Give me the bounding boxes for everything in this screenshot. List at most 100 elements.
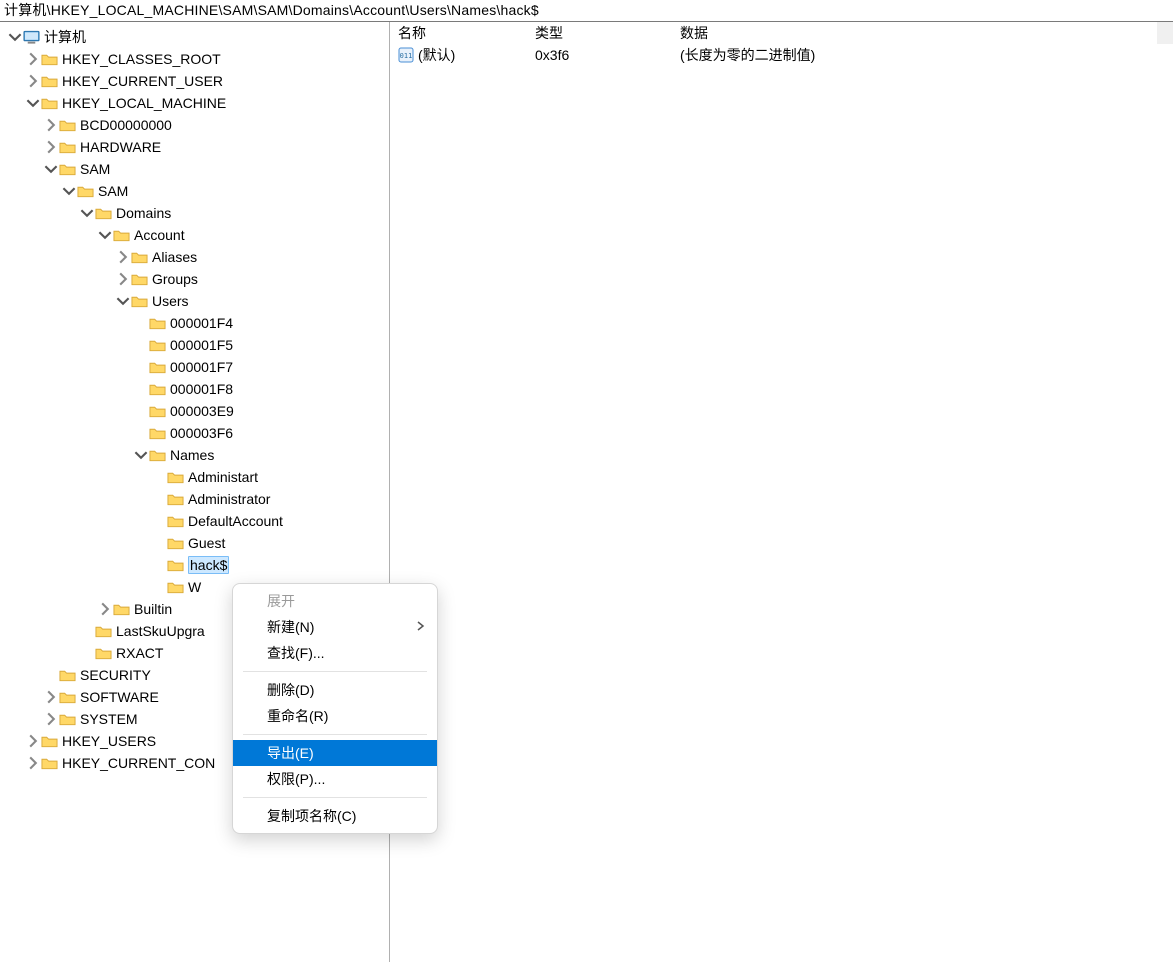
tree-item-administart[interactable]: Administart bbox=[8, 466, 389, 488]
tree-label: Guest bbox=[188, 535, 225, 551]
chevron-down-icon[interactable] bbox=[116, 290, 130, 312]
chevron-right-icon[interactable] bbox=[116, 268, 130, 290]
tree-item-names[interactable]: Names bbox=[8, 444, 389, 466]
tree-item-000001f4[interactable]: 000001F4 bbox=[8, 312, 389, 334]
chevron-right-icon[interactable] bbox=[44, 114, 58, 136]
chevron-down-icon[interactable] bbox=[26, 92, 40, 114]
folder-icon bbox=[148, 359, 166, 375]
column-header-type[interactable]: 类型 bbox=[535, 23, 680, 43]
folder-icon bbox=[58, 161, 76, 177]
tree-label: Builtin bbox=[134, 601, 172, 617]
chevron-down-icon[interactable] bbox=[80, 202, 94, 224]
scrollbar[interactable] bbox=[1157, 22, 1173, 44]
tree-item-account[interactable]: Account bbox=[8, 224, 389, 246]
tree-label: HKEY_CURRENT_USER bbox=[62, 73, 223, 89]
tree-label: Aliases bbox=[152, 249, 197, 265]
menu-item-new[interactable]: 新建(N) bbox=[233, 614, 437, 640]
chevron-down-icon[interactable] bbox=[8, 26, 22, 48]
menu-item-export[interactable]: 导出(E) bbox=[233, 740, 437, 766]
menu-separator bbox=[243, 671, 427, 672]
folder-icon bbox=[166, 557, 184, 573]
chevron-down-icon[interactable] bbox=[62, 180, 76, 202]
menu-item-expand: 展开 bbox=[233, 588, 437, 614]
menu-separator bbox=[243, 734, 427, 735]
tree-label: SECURITY bbox=[80, 667, 151, 683]
tree-item-hkcr[interactable]: HKEY_CLASSES_ROOT bbox=[8, 48, 389, 70]
tree-item-000003e9[interactable]: 000003E9 bbox=[8, 400, 389, 422]
chevron-right-icon[interactable] bbox=[98, 598, 112, 620]
tree-item-groups[interactable]: Groups bbox=[8, 268, 389, 290]
tree-item-hardware[interactable]: HARDWARE bbox=[8, 136, 389, 158]
tree-item-guest[interactable]: Guest bbox=[8, 532, 389, 554]
chevron-right-icon[interactable] bbox=[26, 48, 40, 70]
chevron-down-icon[interactable] bbox=[44, 158, 58, 180]
tree-label: SOFTWARE bbox=[80, 689, 159, 705]
tree-item-aliases[interactable]: Aliases bbox=[8, 246, 389, 268]
tree-label: HKEY_CLASSES_ROOT bbox=[62, 51, 221, 67]
tree-item-000003f6[interactable]: 000003F6 bbox=[8, 422, 389, 444]
chevron-right-icon[interactable] bbox=[116, 246, 130, 268]
tree-label-selected: hack$ bbox=[188, 556, 229, 574]
folder-icon bbox=[148, 403, 166, 419]
tree-label: HARDWARE bbox=[80, 139, 161, 155]
folder-icon bbox=[148, 447, 166, 463]
binary-value-icon: 011 bbox=[398, 47, 414, 63]
folder-icon bbox=[112, 227, 130, 243]
tree-label: 000001F7 bbox=[170, 359, 233, 375]
tree-item-hkcu[interactable]: HKEY_CURRENT_USER bbox=[8, 70, 389, 92]
folder-icon bbox=[58, 689, 76, 705]
folder-icon bbox=[130, 249, 148, 265]
menu-item-permissions[interactable]: 权限(P)... bbox=[233, 766, 437, 792]
tree-label: Users bbox=[152, 293, 189, 309]
tree-item-000001f5[interactable]: 000001F5 bbox=[8, 334, 389, 356]
tree-item-hack[interactable]: hack$ bbox=[8, 554, 389, 576]
tree-item-000001f7[interactable]: 000001F7 bbox=[8, 356, 389, 378]
chevron-down-icon[interactable] bbox=[98, 224, 112, 246]
value-name: (默认) bbox=[418, 45, 455, 65]
tree-item-administrator[interactable]: Administrator bbox=[8, 488, 389, 510]
tree-item-000001f8[interactable]: 000001F8 bbox=[8, 378, 389, 400]
tree-label: Administrator bbox=[188, 491, 270, 507]
menu-item-rename[interactable]: 重命名(R) bbox=[233, 703, 437, 729]
tree-label: W bbox=[188, 579, 201, 595]
menu-item-copy-key-name[interactable]: 复制项名称(C) bbox=[233, 803, 437, 829]
menu-item-delete[interactable]: 删除(D) bbox=[233, 677, 437, 703]
chevron-right-icon[interactable] bbox=[26, 730, 40, 752]
tree-item-defaultaccount[interactable]: DefaultAccount bbox=[8, 510, 389, 532]
chevron-right-icon[interactable] bbox=[44, 136, 58, 158]
address-bar[interactable]: 计算机\HKEY_LOCAL_MACHINE\SAM\SAM\Domains\A… bbox=[0, 0, 1173, 22]
tree-item-bcd[interactable]: BCD00000000 bbox=[8, 114, 389, 136]
tree-item-domains[interactable]: Domains bbox=[8, 202, 389, 224]
tree-item-hklm[interactable]: HKEY_LOCAL_MACHINE bbox=[8, 92, 389, 114]
detail-pane[interactable]: 名称 类型 数据 011 (默认) 0x3f6 (长度为零的二进制值) bbox=[390, 22, 1173, 962]
tree-item-sam[interactable]: SAM bbox=[8, 158, 389, 180]
menu-item-find[interactable]: 查找(F)... bbox=[233, 640, 437, 666]
tree-label: Domains bbox=[116, 205, 171, 221]
folder-icon bbox=[148, 337, 166, 353]
tree-item-sam-inner[interactable]: SAM bbox=[8, 180, 389, 202]
chevron-right-icon[interactable] bbox=[26, 752, 40, 774]
folder-icon bbox=[166, 491, 184, 507]
value-data: (长度为零的二进制值) bbox=[680, 45, 1173, 65]
computer-icon bbox=[22, 29, 40, 45]
tree-label: 计算机 bbox=[44, 27, 86, 47]
tree-label: RXACT bbox=[116, 645, 163, 661]
tree-label: 000003E9 bbox=[170, 403, 234, 419]
chevron-right-icon[interactable] bbox=[44, 686, 58, 708]
tree-label: SAM bbox=[98, 183, 128, 199]
table-row[interactable]: 011 (默认) 0x3f6 (长度为零的二进制值) bbox=[390, 44, 1173, 66]
column-header-name[interactable]: 名称 bbox=[390, 23, 535, 43]
tree-label: HKEY_LOCAL_MACHINE bbox=[62, 95, 226, 111]
tree-root[interactable]: 计算机 bbox=[8, 26, 389, 48]
chevron-right-icon[interactable] bbox=[26, 70, 40, 92]
column-header-data[interactable]: 数据 bbox=[680, 23, 1173, 43]
tree-item-users[interactable]: Users bbox=[8, 290, 389, 312]
chevron-down-icon[interactable] bbox=[134, 444, 148, 466]
tree-label: Account bbox=[134, 227, 185, 243]
tree-label: LastSkuUpgra bbox=[116, 623, 205, 639]
folder-icon bbox=[40, 73, 58, 89]
chevron-right-icon[interactable] bbox=[44, 708, 58, 730]
svg-text:011: 011 bbox=[400, 52, 413, 60]
tree-label: SAM bbox=[80, 161, 110, 177]
main-panes: 计算机 HKEY_CLASSES_ROOT HKEY_CURRENT_USER … bbox=[0, 22, 1173, 962]
